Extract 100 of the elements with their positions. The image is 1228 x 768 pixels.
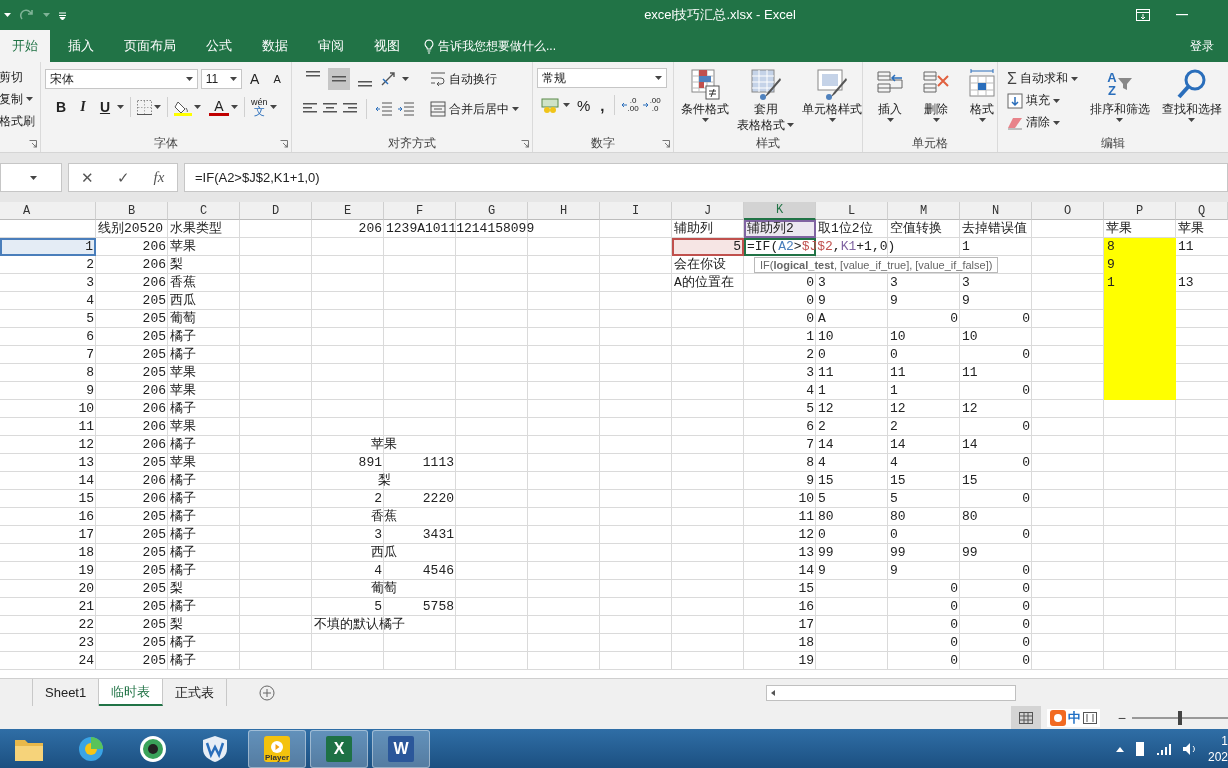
- ribbon-tab[interactable]: 插入: [56, 30, 106, 62]
- ribbon-tab[interactable]: 公式: [194, 30, 244, 62]
- cell-text: 橘子: [170, 599, 196, 615]
- shrink-font-button[interactable]: A: [267, 68, 287, 90]
- tell-me-search[interactable]: 告诉我您想要做什么...: [438, 37, 556, 55]
- cell-text: 1: [1107, 275, 1115, 291]
- cell-text: 9: [818, 293, 826, 309]
- number-format-dropdown[interactable]: 常规: [537, 68, 667, 88]
- ime-indicator[interactable]: 中: [1046, 708, 1100, 727]
- cell-text: 80: [890, 509, 906, 525]
- clock-time: 1: [1221, 733, 1228, 749]
- cell-text: 辅助列: [674, 221, 713, 237]
- cell-text: 205: [142, 347, 166, 363]
- decimal-button[interactable]: .0 .00: [620, 97, 639, 113]
- clear-button[interactable]: 清除: [1004, 112, 1081, 133]
- delete-cells-button[interactable]: 删除: [919, 68, 953, 122]
- autosum-button[interactable]: Σ 自动求和: [1004, 68, 1081, 89]
- insert-function-button[interactable]: fx: [146, 169, 172, 186]
- minimize-button[interactable]: [1176, 14, 1188, 16]
- cell-text: A: [818, 311, 826, 327]
- wrap-text-button[interactable]: 自动换行: [427, 68, 500, 90]
- cell-text: A的位置在: [674, 275, 734, 291]
- format-as-table-button[interactable]: 套用 表格格式: [734, 68, 797, 132]
- taskbar-app[interactable]: W: [372, 730, 430, 768]
- zoom-out-button[interactable]: −: [1117, 709, 1126, 726]
- cut-button[interactable]: 剪切: [0, 68, 36, 86]
- cell-text: 13: [1178, 275, 1194, 291]
- cell-text: 24: [78, 653, 94, 669]
- cell-text: 5: [890, 491, 898, 507]
- cell-text: 5: [818, 491, 826, 507]
- group-label: 对齐方式: [388, 135, 436, 152]
- cell-text: 206: [142, 239, 166, 255]
- cell-text: 苹果: [170, 419, 196, 435]
- ribbon-tab[interactable]: 开始: [0, 30, 50, 62]
- cell-text: 0: [950, 311, 958, 327]
- cell-text: 5: [374, 599, 382, 615]
- cell-text: 15: [890, 473, 906, 489]
- cell-text: 205: [142, 545, 166, 561]
- cell-text: 21: [78, 599, 94, 615]
- percent-button[interactable]: %: [574, 94, 594, 116]
- find-select-button[interactable]: 查找和选择: [1158, 68, 1225, 122]
- dialog-launcher-icon: [662, 140, 670, 148]
- cell-text: 线别20520: [98, 221, 163, 237]
- cancel-button[interactable]: ✕: [74, 168, 100, 187]
- comma-button[interactable]: ,: [597, 94, 608, 116]
- enter-button[interactable]: ✓: [110, 168, 136, 187]
- fill-button[interactable]: 填充: [1004, 90, 1081, 111]
- vertical-align-button[interactable]: [328, 68, 350, 90]
- cell-text: 14: [78, 473, 94, 489]
- taskbar-app[interactable]: Player: [248, 730, 306, 768]
- normal-view-button[interactable]: [1010, 706, 1041, 729]
- currency-icon: [541, 97, 559, 113]
- sign-in-link[interactable]: 登录: [1190, 30, 1214, 62]
- italic-button[interactable]: I: [73, 96, 93, 118]
- taskbar-app[interactable]: X: [310, 730, 368, 768]
- cell-text: 10: [798, 491, 814, 507]
- cell-text: 23: [78, 635, 94, 651]
- wrap-text-icon: [430, 71, 446, 87]
- align-right-icon: [342, 102, 358, 116]
- cell-text: 0: [818, 527, 826, 543]
- grow-font-button[interactable]: A: [244, 68, 265, 90]
- font-name-dropdown[interactable]: 宋体: [45, 69, 198, 89]
- bold-button[interactable]: B: [51, 96, 71, 118]
- phonetic-guide-button[interactable]: wén 文: [251, 98, 268, 116]
- cell-text: 0: [1022, 347, 1030, 363]
- ribbon-tab[interactable]: 审阅: [306, 30, 356, 62]
- device-icon: [1133, 741, 1146, 757]
- sort-filter-button[interactable]: A Z 排序和筛选: [1086, 68, 1153, 122]
- caret-icon: [402, 77, 409, 81]
- add-sheet-button[interactable]: [259, 684, 276, 701]
- cell-text: 16: [78, 509, 94, 525]
- cell-text: 1: [962, 239, 970, 255]
- cell-text: 梨: [170, 257, 183, 273]
- ribbon-display-button[interactable]: [1136, 9, 1150, 21]
- ribbon-tab[interactable]: 数据: [250, 30, 300, 62]
- cell-text: 0: [950, 617, 958, 633]
- format-cells-button[interactable]: 格式: [965, 68, 999, 122]
- sheet-tab[interactable]: 临时表: [99, 679, 164, 706]
- font-color-button[interactable]: A: [209, 98, 229, 116]
- cell-text: 7: [86, 347, 94, 363]
- cell-text: 11: [798, 509, 814, 525]
- underline-button[interactable]: U: [95, 96, 115, 118]
- copy-button[interactable]: 复制: [0, 90, 36, 108]
- ribbon-tab[interactable]: 视图: [362, 30, 412, 62]
- decimal-button[interactable]: .00 .0: [642, 97, 661, 113]
- cell-text: 16: [798, 599, 814, 615]
- insert-cells-button[interactable]: 插入: [873, 68, 907, 122]
- cell-text: 苹果: [1178, 221, 1204, 237]
- orientation-icon: [380, 71, 398, 87]
- group-label: 样式: [756, 135, 780, 152]
- cell-text: 苹果: [1106, 221, 1132, 237]
- formula-input[interactable]: =IF(A2>$J$2,K1+1,0): [184, 163, 1228, 192]
- horizontal-scrollbar[interactable]: [766, 684, 1016, 701]
- cell-text: 4: [890, 455, 898, 471]
- column-header[interactable]: K: [744, 202, 816, 220]
- font-size-dropdown[interactable]: 11: [200, 69, 242, 89]
- cell-styles-button[interactable]: 单元格样式: [799, 68, 865, 122]
- conditional-format-button[interactable]: 条件格式: [678, 68, 732, 122]
- merge-center-button[interactable]: 合并后居中: [427, 98, 522, 120]
- ribbon-tab[interactable]: 页面布局: [112, 30, 188, 62]
